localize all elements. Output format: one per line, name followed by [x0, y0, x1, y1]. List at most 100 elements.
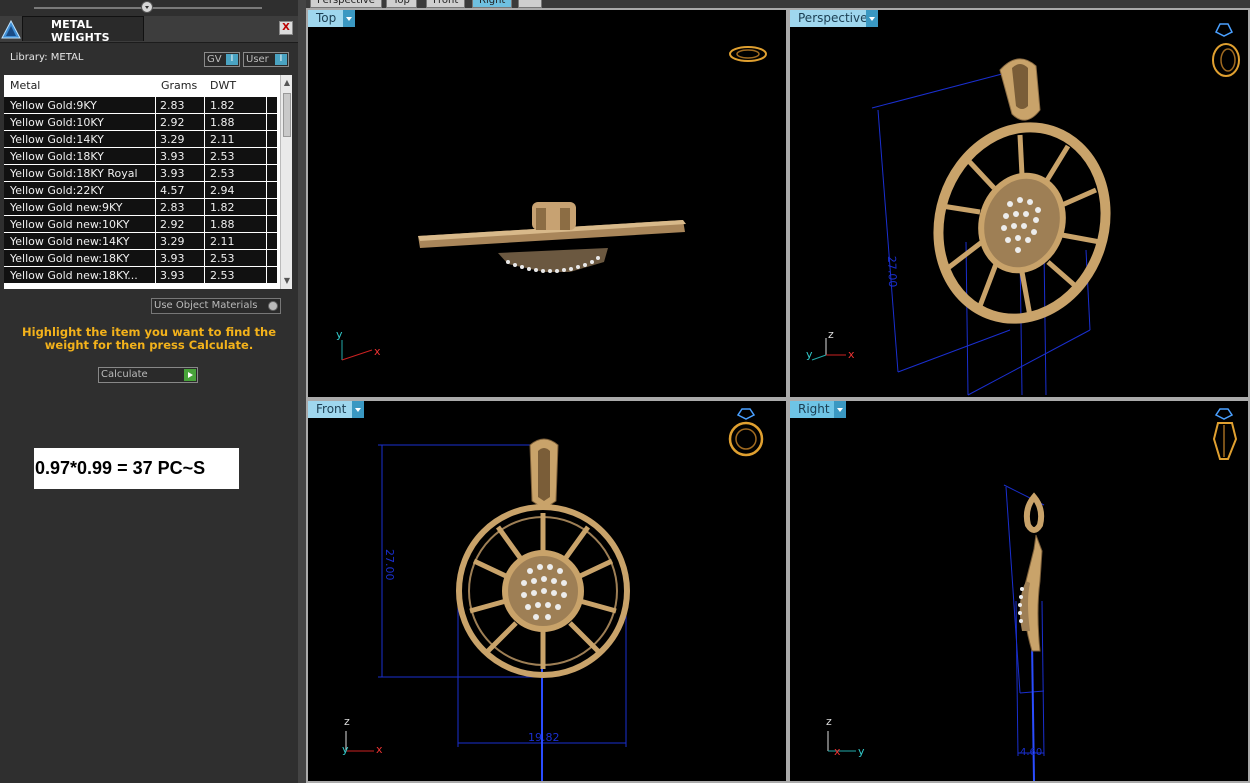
calculate-button[interactable]: Calculate: [98, 367, 198, 383]
column-separator: [204, 165, 205, 181]
top-view-canvas: y x: [336, 46, 767, 361]
instruction-text: Highlight the item you want to find the …: [22, 325, 276, 352]
cell-dwt: 2.53: [210, 167, 235, 180]
cell-grams: 2.83: [160, 201, 185, 214]
column-separator: [155, 233, 156, 249]
radio-icon: [268, 301, 278, 311]
viewport-right[interactable]: Right 4.60 z x y: [788, 399, 1250, 783]
axis-label-x: x: [834, 745, 841, 758]
table-row[interactable]: Yellow Gold:14KY 3.29 2.11: [4, 131, 277, 148]
column-separator: [155, 267, 156, 283]
tab-top[interactable]: Top: [386, 0, 417, 8]
column-separator: [155, 182, 156, 198]
tab-more[interactable]: [518, 0, 542, 8]
table-row[interactable]: Yellow Gold new:14KY 3.29 2.11: [4, 233, 277, 250]
cell-grams: 2.92: [160, 218, 185, 231]
panel-title-tab[interactable]: METAL WEIGHTS: [22, 16, 144, 44]
cell-metal: Yellow Gold:18KY: [10, 150, 104, 163]
panel-divider[interactable]: [298, 0, 306, 783]
scroll-down-icon[interactable]: ▼: [281, 275, 292, 287]
cell-metal: Yellow Gold:9KY: [10, 99, 97, 112]
calculate-label: Calculate: [101, 369, 148, 380]
table-row[interactable]: Yellow Gold new:18KY 3.93 2.53: [4, 250, 277, 267]
slider-knob[interactable]: [141, 1, 153, 13]
dimension-lines-front: [378, 444, 627, 781]
axis-label-z: z: [344, 715, 350, 728]
view-tabs: Perspective Top Front Right: [306, 0, 1250, 8]
gv-indicator-icon: I: [226, 54, 238, 65]
cell-dwt: 2.53: [210, 269, 235, 282]
table-row[interactable]: Yellow Gold:9KY 2.83 1.82: [4, 97, 277, 114]
use-object-materials-toggle[interactable]: Use Object Materials: [151, 298, 281, 314]
cell-dwt: 1.82: [210, 99, 235, 112]
tab-perspective[interactable]: Perspective: [310, 0, 382, 8]
cell-metal: Yellow Gold:14KY: [10, 133, 104, 146]
pendant-top-model: [418, 202, 686, 273]
column-header-metal[interactable]: Metal: [10, 79, 40, 92]
cell-metal: Yellow Gold:22KY: [10, 184, 104, 197]
cell-metal: Yellow Gold new:14KY: [10, 235, 130, 248]
table-row[interactable]: Yellow Gold:10KY 2.92 1.88: [4, 114, 277, 131]
tab-right[interactable]: Right: [472, 0, 513, 8]
tab-front[interactable]: Front: [426, 0, 466, 8]
cell-dwt: 2.11: [210, 235, 235, 248]
ring-right-icon: [1212, 408, 1238, 460]
axis-label-z: z: [826, 715, 832, 728]
cell-dwt: 1.82: [210, 201, 235, 214]
table-row[interactable]: Yellow Gold:18KY 3.93 2.53: [4, 148, 277, 165]
cell-metal: Yellow Gold new:18KY: [10, 252, 130, 265]
scroll-up-icon[interactable]: ▲: [281, 77, 292, 89]
ring-perspective-icon: [1212, 23, 1240, 77]
cell-dwt: 1.88: [210, 116, 235, 129]
column-separator: [204, 267, 205, 283]
table-row[interactable]: Yellow Gold:22KY 4.57 2.94: [4, 182, 277, 199]
cell-grams: 4.57: [160, 184, 185, 197]
table-row[interactable]: Yellow Gold new:9KY 2.83 1.82: [4, 199, 277, 216]
cell-metal: Yellow Gold new:18KY...: [10, 269, 138, 282]
column-header-grams[interactable]: Grams: [161, 79, 197, 92]
dimension-label: 27.00: [885, 256, 899, 288]
cell-metal: Yellow Gold:10KY: [10, 116, 104, 129]
axis-gizmo-right: z x y: [826, 715, 865, 758]
play-icon: [184, 369, 196, 381]
axis-label-y: y: [858, 745, 865, 758]
pendant-front-model: [456, 438, 630, 678]
column-separator: [204, 199, 205, 215]
user-label: User: [246, 54, 269, 65]
table-row[interactable]: Yellow Gold new:10KY 2.92 1.88: [4, 216, 277, 233]
column-separator: [266, 250, 267, 266]
axis-label-x: x: [848, 348, 855, 361]
column-separator: [266, 267, 267, 283]
column-separator: [204, 148, 205, 164]
panel-title: METAL WEIGHTS: [51, 18, 110, 44]
table-scrollbar[interactable]: ▲ ▼: [280, 75, 292, 289]
table-row[interactable]: Yellow Gold new:18KY... 3.93 2.53: [4, 267, 277, 284]
close-button[interactable]: X: [279, 21, 293, 35]
viewport-perspective[interactable]: Perspective 27.00 z y x: [788, 8, 1250, 399]
user-toggle[interactable]: User I: [243, 52, 289, 67]
gv-toggle[interactable]: GV I: [204, 52, 240, 67]
axis-label-x: x: [376, 743, 383, 756]
scroll-thumb[interactable]: [283, 93, 291, 137]
column-separator: [266, 165, 267, 181]
column-separator: [155, 148, 156, 164]
viewport-top[interactable]: Top y x: [306, 8, 788, 399]
axis-gizmo-front: z y x: [342, 715, 383, 756]
column-separator: [204, 216, 205, 232]
pendant-right-model: [1018, 492, 1045, 652]
dimension-label-vertical: 27.00: [383, 549, 396, 581]
column-separator: [155, 114, 156, 130]
axis-gizmo-perspective: z y x: [806, 328, 855, 361]
table-row[interactable]: Yellow Gold:18KY Royal 3.93 2.53: [4, 165, 277, 182]
column-header-dwt[interactable]: DWT: [210, 79, 236, 92]
column-separator: [266, 182, 267, 198]
column-separator: [266, 233, 267, 249]
user-indicator-icon: I: [275, 54, 287, 65]
column-separator: [155, 131, 156, 147]
cell-dwt: 1.88: [210, 218, 235, 231]
column-separator: [266, 114, 267, 130]
column-separator: [266, 216, 267, 232]
axis-label-z: z: [828, 328, 834, 341]
viewport-front[interactable]: Front 27.00 19.82 z y x: [306, 399, 788, 783]
table-header: Metal Grams DWT: [4, 75, 277, 98]
